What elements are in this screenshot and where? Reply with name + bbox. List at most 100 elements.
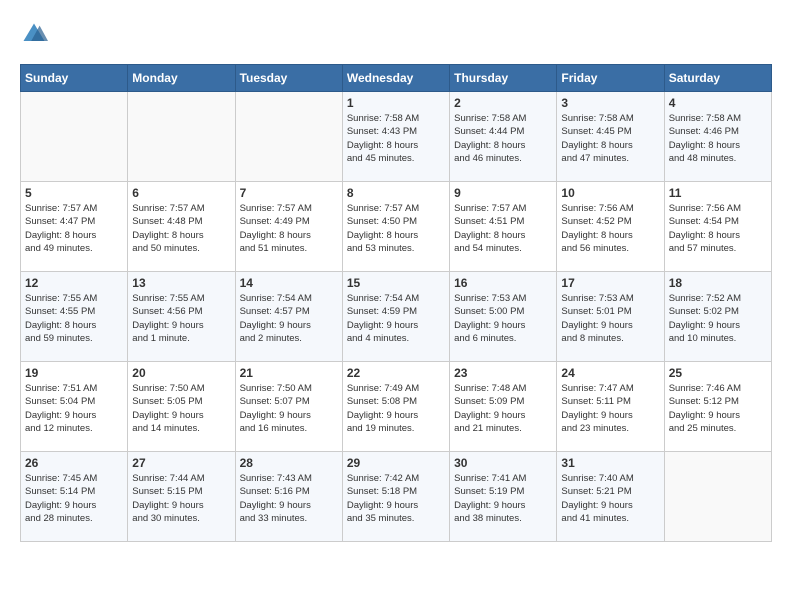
calendar-cell: 6 Sunrise: 7:57 AM Sunset: 4:48 PM Daylig… [128, 182, 235, 272]
calendar-cell: 7 Sunrise: 7:57 AM Sunset: 4:49 PM Daylig… [235, 182, 342, 272]
day-number: 5 [25, 186, 123, 200]
calendar-cell: 18 Sunrise: 7:52 AM Sunset: 5:02 PM Dayli… [664, 272, 771, 362]
logo-icon [20, 20, 48, 48]
day-number: 13 [132, 276, 230, 290]
calendar-cell: 4Sunrise: 7:58 AM Sunset: 4:46 PM Daylig… [664, 92, 771, 182]
day-info: Sunrise: 7:45 AM Sunset: 5:14 PM Dayligh… [25, 472, 123, 525]
calendar-cell: 25 Sunrise: 7:46 AM Sunset: 5:12 PM Dayli… [664, 362, 771, 452]
calendar-cell: 15 Sunrise: 7:54 AM Sunset: 4:59 PM Dayli… [342, 272, 449, 362]
day-info: Sunrise: 7:54 AM Sunset: 4:57 PM Dayligh… [240, 292, 338, 345]
day-number: 29 [347, 456, 445, 470]
day-info: Sunrise: 7:57 AM Sunset: 4:47 PM Dayligh… [25, 202, 123, 255]
day-info: Sunrise: 7:58 AM Sunset: 4:45 PM Dayligh… [561, 112, 659, 165]
calendar-cell: 29 Sunrise: 7:42 AM Sunset: 5:18 PM Dayli… [342, 452, 449, 542]
calendar-week-row: 19 Sunrise: 7:51 AM Sunset: 5:04 PM Dayli… [21, 362, 772, 452]
day-info: Sunrise: 7:46 AM Sunset: 5:12 PM Dayligh… [669, 382, 767, 435]
day-info: Sunrise: 7:42 AM Sunset: 5:18 PM Dayligh… [347, 472, 445, 525]
day-info: Sunrise: 7:58 AM Sunset: 4:46 PM Dayligh… [669, 112, 767, 165]
calendar-cell [235, 92, 342, 182]
day-info: Sunrise: 7:57 AM Sunset: 4:50 PM Dayligh… [347, 202, 445, 255]
day-number: 11 [669, 186, 767, 200]
calendar-cell: 28Sunrise: 7:43 AM Sunset: 5:16 PM Dayli… [235, 452, 342, 542]
day-info: Sunrise: 7:56 AM Sunset: 4:54 PM Dayligh… [669, 202, 767, 255]
day-number: 21 [240, 366, 338, 380]
calendar-cell: 26 Sunrise: 7:45 AM Sunset: 5:14 PM Dayli… [21, 452, 128, 542]
day-info: Sunrise: 7:54 AM Sunset: 4:59 PM Dayligh… [347, 292, 445, 345]
day-number: 27 [132, 456, 230, 470]
day-info: Sunrise: 7:41 AM Sunset: 5:19 PM Dayligh… [454, 472, 552, 525]
day-number: 9 [454, 186, 552, 200]
weekday-header-thursday: Thursday [450, 65, 557, 92]
day-info: Sunrise: 7:48 AM Sunset: 5:09 PM Dayligh… [454, 382, 552, 435]
day-number: 31 [561, 456, 659, 470]
calendar-cell: 31 Sunrise: 7:40 AM Sunset: 5:21 PM Dayli… [557, 452, 664, 542]
day-number: 19 [25, 366, 123, 380]
calendar-cell [664, 452, 771, 542]
day-info: Sunrise: 7:49 AM Sunset: 5:08 PM Dayligh… [347, 382, 445, 435]
day-number: 2 [454, 96, 552, 110]
logo [20, 20, 52, 48]
calendar-cell: 27 Sunrise: 7:44 AM Sunset: 5:15 PM Dayli… [128, 452, 235, 542]
day-number: 17 [561, 276, 659, 290]
day-info: Sunrise: 7:53 AM Sunset: 5:00 PM Dayligh… [454, 292, 552, 345]
calendar-cell: 5 Sunrise: 7:57 AM Sunset: 4:47 PM Daylig… [21, 182, 128, 272]
calendar-cell: 13Sunrise: 7:55 AM Sunset: 4:56 PM Dayli… [128, 272, 235, 362]
calendar-cell: 20Sunrise: 7:50 AM Sunset: 5:05 PM Dayli… [128, 362, 235, 452]
calendar-cell: 24 Sunrise: 7:47 AM Sunset: 5:11 PM Dayli… [557, 362, 664, 452]
weekday-header-tuesday: Tuesday [235, 65, 342, 92]
day-info: Sunrise: 7:55 AM Sunset: 4:55 PM Dayligh… [25, 292, 123, 345]
calendar-week-row: 1 Sunrise: 7:58 AM Sunset: 4:43 PM Daylig… [21, 92, 772, 182]
calendar-cell: 19 Sunrise: 7:51 AM Sunset: 5:04 PM Dayli… [21, 362, 128, 452]
day-number: 7 [240, 186, 338, 200]
day-number: 1 [347, 96, 445, 110]
day-info: Sunrise: 7:47 AM Sunset: 5:11 PM Dayligh… [561, 382, 659, 435]
day-number: 24 [561, 366, 659, 380]
calendar-week-row: 5 Sunrise: 7:57 AM Sunset: 4:47 PM Daylig… [21, 182, 772, 272]
day-info: Sunrise: 7:51 AM Sunset: 5:04 PM Dayligh… [25, 382, 123, 435]
weekday-header-monday: Monday [128, 65, 235, 92]
calendar-cell: 2 Sunrise: 7:58 AM Sunset: 4:44 PM Daylig… [450, 92, 557, 182]
calendar-cell: 22Sunrise: 7:49 AM Sunset: 5:08 PM Dayli… [342, 362, 449, 452]
day-info: Sunrise: 7:50 AM Sunset: 5:07 PM Dayligh… [240, 382, 338, 435]
day-info: Sunrise: 7:52 AM Sunset: 5:02 PM Dayligh… [669, 292, 767, 345]
day-info: Sunrise: 7:58 AM Sunset: 4:44 PM Dayligh… [454, 112, 552, 165]
day-number: 14 [240, 276, 338, 290]
day-number: 10 [561, 186, 659, 200]
weekday-header-row: SundayMondayTuesdayWednesdayThursdayFrid… [21, 65, 772, 92]
day-number: 30 [454, 456, 552, 470]
day-info: Sunrise: 7:56 AM Sunset: 4:52 PM Dayligh… [561, 202, 659, 255]
day-info: Sunrise: 7:44 AM Sunset: 5:15 PM Dayligh… [132, 472, 230, 525]
day-info: Sunrise: 7:57 AM Sunset: 4:48 PM Dayligh… [132, 202, 230, 255]
calendar-body: 1 Sunrise: 7:58 AM Sunset: 4:43 PM Daylig… [21, 92, 772, 542]
calendar-header: SundayMondayTuesdayWednesdayThursdayFrid… [21, 65, 772, 92]
calendar-week-row: 26 Sunrise: 7:45 AM Sunset: 5:14 PM Dayli… [21, 452, 772, 542]
calendar-cell: 30 Sunrise: 7:41 AM Sunset: 5:19 PM Dayli… [450, 452, 557, 542]
day-number: 26 [25, 456, 123, 470]
day-info: Sunrise: 7:43 AM Sunset: 5:16 PM Dayligh… [240, 472, 338, 525]
day-number: 25 [669, 366, 767, 380]
calendar-cell [128, 92, 235, 182]
calendar-cell: 17Sunrise: 7:53 AM Sunset: 5:01 PM Dayli… [557, 272, 664, 362]
day-number: 6 [132, 186, 230, 200]
day-info: Sunrise: 7:57 AM Sunset: 4:49 PM Dayligh… [240, 202, 338, 255]
weekday-header-sunday: Sunday [21, 65, 128, 92]
calendar-cell: 1 Sunrise: 7:58 AM Sunset: 4:43 PM Daylig… [342, 92, 449, 182]
calendar-cell: 12 Sunrise: 7:55 AM Sunset: 4:55 PM Dayli… [21, 272, 128, 362]
day-info: Sunrise: 7:58 AM Sunset: 4:43 PM Dayligh… [347, 112, 445, 165]
calendar-cell: 21 Sunrise: 7:50 AM Sunset: 5:07 PM Dayli… [235, 362, 342, 452]
calendar-table: SundayMondayTuesdayWednesdayThursdayFrid… [20, 64, 772, 542]
calendar-cell: 8Sunrise: 7:57 AM Sunset: 4:50 PM Daylig… [342, 182, 449, 272]
day-number: 18 [669, 276, 767, 290]
weekday-header-wednesday: Wednesday [342, 65, 449, 92]
day-info: Sunrise: 7:57 AM Sunset: 4:51 PM Dayligh… [454, 202, 552, 255]
day-number: 15 [347, 276, 445, 290]
day-info: Sunrise: 7:50 AM Sunset: 5:05 PM Dayligh… [132, 382, 230, 435]
day-number: 12 [25, 276, 123, 290]
day-info: Sunrise: 7:40 AM Sunset: 5:21 PM Dayligh… [561, 472, 659, 525]
weekday-header-saturday: Saturday [664, 65, 771, 92]
day-number: 16 [454, 276, 552, 290]
calendar-cell: 3 Sunrise: 7:58 AM Sunset: 4:45 PM Daylig… [557, 92, 664, 182]
calendar-cell: 14 Sunrise: 7:54 AM Sunset: 4:57 PM Dayli… [235, 272, 342, 362]
calendar-cell: 11 Sunrise: 7:56 AM Sunset: 4:54 PM Dayli… [664, 182, 771, 272]
day-number: 3 [561, 96, 659, 110]
